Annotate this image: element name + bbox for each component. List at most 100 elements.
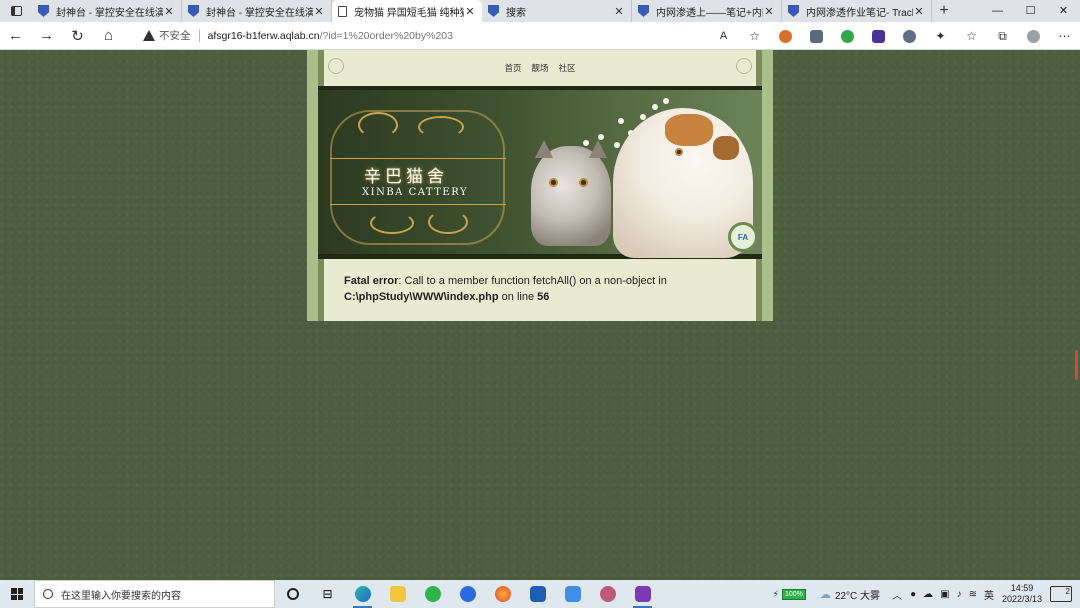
extension-store-icon[interactable]	[801, 22, 832, 50]
browser-tab-bar: 封神台 - 掌控安全在线演练 ✕ 封神台 - 掌控安全在线演练 ✕ 宠物猫 异国…	[0, 0, 1080, 22]
clock[interactable]: 14:59 2022/3/13	[1002, 583, 1042, 605]
ornament-icon	[428, 210, 468, 234]
shield-icon	[788, 5, 799, 17]
security-label[interactable]: 不安全	[159, 28, 191, 43]
weather-cloud-icon[interactable]: ☁	[820, 588, 831, 601]
close-icon[interactable]: ✕	[464, 5, 476, 18]
site-nav: 首页 靓场 社区	[318, 50, 762, 86]
cloud-sync-icon[interactable]: ☁	[923, 589, 933, 600]
lily-flower	[614, 142, 620, 148]
file-explorer-icon[interactable]	[380, 580, 415, 608]
toolbar-icons: A ☆ ✦ ☆ ⧉ ⋯	[708, 22, 1080, 50]
windows-taskbar: 在这里输入你要搜索的内容 ⊟ ⚡ 100% ☁ 22°C 大雾 ︿ ● ☁ ▣ …	[0, 580, 1080, 608]
show-hidden-icons-icon[interactable]: ︿	[892, 587, 902, 602]
back-arrow-icon[interactable]: ←	[0, 27, 31, 44]
close-icon[interactable]: ✕	[613, 5, 625, 18]
reload-icon[interactable]: ↻	[62, 27, 93, 45]
warning-icon[interactable]	[143, 30, 155, 41]
tab-6[interactable]: 内网渗透作业笔记- Track 知 ✕	[782, 0, 932, 22]
home-icon[interactable]: ⌂	[93, 27, 124, 44]
tab-4[interactable]: 搜索 ✕	[482, 0, 632, 22]
close-icon[interactable]: ✕	[163, 5, 175, 18]
clock-date: 2022/3/13	[1001, 594, 1042, 604]
lark-icon[interactable]	[450, 580, 485, 608]
ornament-icon	[418, 116, 464, 138]
logo-title-en: XINBA CATTERY	[362, 187, 469, 198]
gold-divider	[330, 204, 506, 205]
photo-viewer-icon[interactable]	[590, 580, 625, 608]
firefox-icon[interactable]	[485, 580, 520, 608]
window-controls: — ☐ ✕	[981, 0, 1080, 22]
close-window-icon[interactable]: ✕	[1047, 0, 1080, 22]
extensions-puzzle-icon[interactable]: ✦	[925, 22, 956, 50]
url-text[interactable]: afsgr16-b1ferw.aqlab.cn/?id=1%20order%20…	[208, 30, 453, 42]
error-line-number: 56	[537, 291, 550, 303]
cat-exotic-shorthair-tabby	[531, 140, 611, 246]
tab-2[interactable]: 封神台 - 掌控安全在线演练 ✕	[182, 0, 332, 22]
search-placeholder: 在这里输入你要搜索的内容	[61, 590, 181, 602]
cat-ear	[589, 140, 607, 158]
close-icon[interactable]: ✕	[913, 5, 925, 18]
tab-3-active[interactable]: 宠物猫 异国短毛猫 纯种猫 ✕	[332, 0, 482, 22]
collections-icon[interactable]: ⧉	[987, 22, 1018, 50]
error-message-panel: Fatal error: Call to a member function f…	[318, 259, 762, 321]
lily-flower	[583, 140, 589, 146]
notification-center-icon[interactable]: 2	[1050, 586, 1072, 602]
battery-level: 100%	[781, 588, 806, 600]
read-aloud-icon[interactable]: A	[708, 22, 739, 50]
more-menu-icon[interactable]: ⋯	[1049, 22, 1080, 50]
plug-icon: ⚡	[772, 588, 779, 599]
nav-community-link[interactable]: 社区	[559, 62, 576, 74]
address-bar[interactable]: 不安全 afsgr16-b1ferw.aqlab.cn/?id=1%20orde…	[133, 24, 760, 47]
cortana-icon[interactable]	[275, 580, 310, 608]
task-view-icon[interactable]: ⊟	[310, 580, 345, 608]
cat-eye	[549, 178, 558, 187]
error-label: Fatal error	[344, 275, 399, 287]
extension-wechat-icon[interactable]	[832, 22, 863, 50]
logo-title-cn: 辛巴猫舍	[364, 167, 448, 187]
forward-arrow-icon[interactable]: →	[31, 27, 62, 44]
nav-show-link[interactable]: 靓场	[531, 62, 548, 74]
taskbar-search-box[interactable]: 在这里输入你要搜索的内容	[34, 580, 275, 608]
tab-1[interactable]: 封神台 - 掌控安全在线演练 ✕	[32, 0, 182, 22]
qq-icon[interactable]: ●	[910, 589, 916, 600]
new-tab-button[interactable]: +	[932, 2, 956, 20]
nav-home-link[interactable]: 首页	[504, 62, 521, 74]
extension-purple-icon[interactable]	[863, 22, 894, 50]
maximize-icon[interactable]: ☐	[1014, 0, 1047, 22]
kanban-app-icon[interactable]	[555, 580, 590, 608]
onenote-icon[interactable]	[625, 580, 660, 608]
wifi-icon[interactable]: ≋	[969, 589, 977, 600]
screenshot-icon[interactable]: ▣	[940, 589, 949, 600]
url-host: afsgr16-b1ferw.aqlab.cn	[207, 29, 320, 42]
wechat-icon[interactable]	[415, 580, 450, 608]
mail-icon[interactable]	[520, 580, 555, 608]
tab-actions-icon[interactable]	[0, 0, 32, 22]
extension-fox-icon[interactable]	[770, 22, 801, 50]
tab-5[interactable]: 内网渗透上——笔记+内网 ✕	[632, 0, 782, 22]
windows-logo-icon	[11, 588, 23, 600]
fifa-badge-logo: FA	[728, 222, 758, 252]
profile-avatar[interactable]	[1018, 22, 1049, 50]
extension-gear-icon[interactable]	[894, 22, 925, 50]
close-icon[interactable]: ✕	[313, 5, 325, 18]
page-scrollbar[interactable]	[1075, 350, 1078, 380]
error-line-2: C:\phpStudy\WWW\index.php on line 56	[344, 289, 756, 305]
url-path: /?id=1%20order%20by%203	[319, 29, 453, 42]
ornament-icon	[328, 58, 344, 74]
document-icon	[338, 5, 347, 17]
tab-title: 宠物猫 异国短毛猫 纯种猫	[354, 7, 464, 19]
battery-indicator[interactable]: ⚡ 100%	[772, 588, 806, 600]
edge-browser-icon[interactable]	[345, 580, 380, 608]
favorites-icon[interactable]: ☆	[956, 22, 987, 50]
volume-icon[interactable]: ♪	[957, 589, 962, 600]
favorite-add-icon[interactable]: ☆	[739, 22, 770, 50]
close-icon[interactable]: ✕	[763, 5, 775, 18]
notification-count: 2	[1065, 587, 1070, 596]
start-button[interactable]	[0, 580, 34, 608]
weather-text[interactable]: 22°C 大雾	[835, 587, 880, 602]
address-toolbar: ← → ↻ ⌂ 不安全 afsgr16-b1ferw.aqlab.cn/?id=…	[0, 22, 1080, 50]
input-method-indicator[interactable]: 英	[984, 587, 994, 602]
minimize-icon[interactable]: —	[981, 0, 1014, 22]
ornament-icon	[370, 212, 414, 234]
